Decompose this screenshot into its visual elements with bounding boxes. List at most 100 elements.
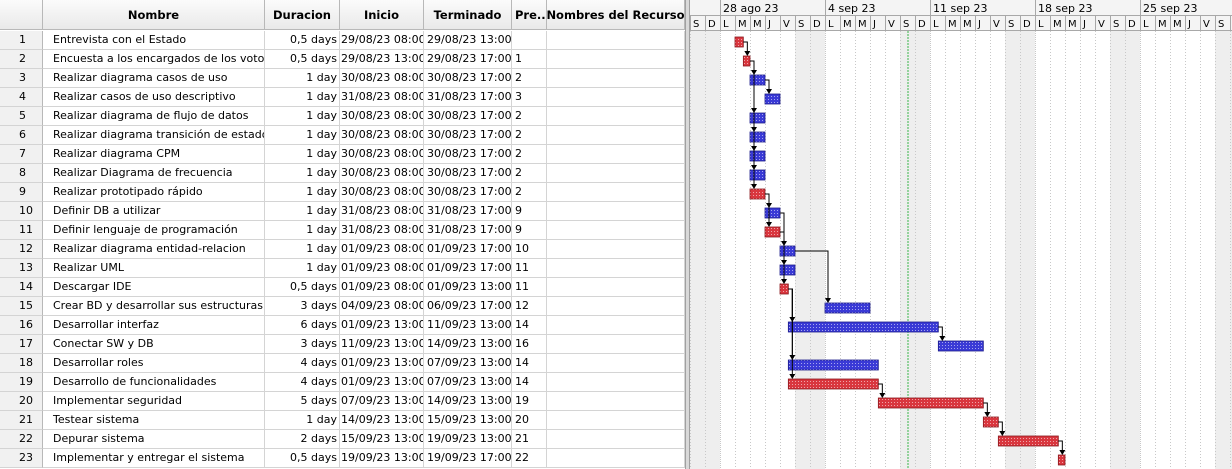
table-row[interactable]: 17 Conectar SW y DB 3 days 11/09/23 13:00 14… (0, 335, 685, 354)
task-resources-cell[interactable] (547, 335, 685, 354)
task-predecessors-cell[interactable]: 11 (512, 278, 547, 297)
task-name-cell[interactable]: Definir DB a utilizar (43, 202, 265, 221)
row-number[interactable]: 14 (0, 278, 43, 297)
task-end-cell[interactable]: 30/08/23 17:00 (424, 69, 512, 88)
table-row[interactable]: 23 Implementar y entregar el sistema 0,5 d… (0, 449, 685, 468)
task-end-cell[interactable]: 14/09/23 13:00 (424, 335, 512, 354)
task-start-cell[interactable]: 29/08/23 08:00 (340, 31, 424, 50)
task-predecessors-cell[interactable]: 22 (512, 449, 547, 468)
task-name-cell[interactable]: Desarrollo de funcionalidades (43, 373, 265, 392)
task-start-cell[interactable]: 30/08/23 08:00 (340, 126, 424, 145)
task-duration-cell[interactable]: 1 day (265, 145, 340, 164)
gantt-chart[interactable]: 28 ago 23 4 sep 23 11 sep 23 18 sep 23 25 se… (690, 0, 1232, 469)
task-predecessors-cell[interactable]: 20 (512, 411, 547, 430)
task-name-cell[interactable]: Desarrollar roles (43, 354, 265, 373)
task-duration-cell[interactable]: 1 day (265, 69, 340, 88)
table-row[interactable]: 18 Desarrollar roles 4 days 01/09/23 13:00 0… (0, 354, 685, 373)
task-duration-cell[interactable]: 1 day (265, 88, 340, 107)
column-header-duration[interactable]: Duracion (265, 0, 340, 30)
task-start-cell[interactable]: 30/08/23 08:00 (340, 69, 424, 88)
task-end-cell[interactable]: 30/08/23 17:00 (424, 164, 512, 183)
task-resources-cell[interactable] (547, 126, 685, 145)
task-name-cell[interactable]: Realizar diagrama entidad-relacion (43, 240, 265, 259)
task-start-cell[interactable]: 07/09/23 13:00 (340, 392, 424, 411)
task-start-cell[interactable]: 04/09/23 08:00 (340, 297, 424, 316)
task-predecessors-cell[interactable]: 2 (512, 164, 547, 183)
row-number[interactable]: 4 (0, 88, 43, 107)
task-end-cell[interactable]: 07/09/23 13:00 (424, 373, 512, 392)
column-header-start[interactable]: Inicio (340, 0, 424, 30)
task-duration-cell[interactable]: 0,5 days (265, 278, 340, 297)
task-end-cell[interactable]: 19/09/23 13:00 (424, 430, 512, 449)
row-number[interactable]: 11 (0, 221, 43, 240)
task-resources-cell[interactable] (547, 430, 685, 449)
table-row[interactable]: 6 Realizar diagrama transición de estados… (0, 126, 685, 145)
task-resources-cell[interactable] (547, 392, 685, 411)
task-end-cell[interactable]: 31/08/23 17:00 (424, 202, 512, 221)
row-number[interactable]: 9 (0, 183, 43, 202)
task-resources-cell[interactable] (547, 107, 685, 126)
row-number[interactable]: 19 (0, 373, 43, 392)
table-row[interactable]: 15 Crear BD y desarrollar sus estructuras… (0, 297, 685, 316)
task-end-cell[interactable]: 07/09/23 13:00 (424, 354, 512, 373)
task-name-cell[interactable]: Implementar seguridad (43, 392, 265, 411)
task-start-cell[interactable]: 01/09/23 08:00 (340, 259, 424, 278)
task-name-cell[interactable]: Realizar diagrama casos de uso (43, 69, 265, 88)
row-number[interactable]: 1 (0, 31, 43, 50)
task-predecessors-cell[interactable]: 14 (512, 354, 547, 373)
task-predecessors-cell[interactable] (512, 31, 547, 50)
task-name-cell[interactable]: Descargar IDE (43, 278, 265, 297)
column-header-resources[interactable]: Nombres del Recurso (547, 0, 685, 30)
table-row[interactable]: 9 Realizar prototipado rápido 1 day 30/08/2… (0, 183, 685, 202)
column-header-id[interactable] (0, 0, 43, 30)
task-duration-cell[interactable]: 1 day (265, 107, 340, 126)
task-predecessors-cell[interactable]: 2 (512, 183, 547, 202)
task-name-cell[interactable]: Realizar casos de uso descriptivo (43, 88, 265, 107)
task-start-cell[interactable]: 15/09/23 13:00 (340, 430, 424, 449)
task-duration-cell[interactable]: 3 days (265, 335, 340, 354)
table-row[interactable]: 2 Encuesta a los encargados de los votos 0… (0, 50, 685, 69)
task-name-cell[interactable]: Realizar diagrama de flujo de datos (43, 107, 265, 126)
column-header-name[interactable]: Nombre (43, 0, 265, 30)
table-row[interactable]: 3 Realizar diagrama casos de uso 1 day 30/0… (0, 69, 685, 88)
task-name-cell[interactable]: Encuesta a los encargados de los votos (43, 50, 265, 69)
task-resources-cell[interactable] (547, 202, 685, 221)
task-name-cell[interactable]: Definir lenguaje de programación (43, 221, 265, 240)
task-duration-cell[interactable]: 1 day (265, 126, 340, 145)
task-predecessors-cell[interactable]: 12 (512, 297, 547, 316)
task-end-cell[interactable]: 31/08/23 17:00 (424, 221, 512, 240)
task-end-cell[interactable]: 30/08/23 17:00 (424, 145, 512, 164)
table-row[interactable]: 8 Realizar Diagrama de frecuencia 1 day 30/… (0, 164, 685, 183)
task-predecessors-cell[interactable]: 1 (512, 50, 547, 69)
task-end-cell[interactable]: 30/08/23 17:00 (424, 107, 512, 126)
task-predecessors-cell[interactable]: 11 (512, 259, 547, 278)
task-resources-cell[interactable] (547, 259, 685, 278)
task-start-cell[interactable]: 11/09/23 13:00 (340, 335, 424, 354)
table-row[interactable]: 12 Realizar diagrama entidad-relacion 1 da… (0, 240, 685, 259)
task-resources-cell[interactable] (547, 278, 685, 297)
task-resources-cell[interactable] (547, 50, 685, 69)
column-header-end[interactable]: Terminado (424, 0, 512, 30)
task-end-cell[interactable]: 15/09/23 13:00 (424, 411, 512, 430)
task-end-cell[interactable]: 31/08/23 17:00 (424, 88, 512, 107)
task-duration-cell[interactable]: 4 days (265, 354, 340, 373)
task-name-cell[interactable]: Realizar prototipado rápido (43, 183, 265, 202)
task-name-cell[interactable]: Crear BD y desarrollar sus estructuras (43, 297, 265, 316)
task-resources-cell[interactable] (547, 183, 685, 202)
task-resources-cell[interactable] (547, 164, 685, 183)
table-row[interactable]: 19 Desarrollo de funcionalidades 4 days 01/… (0, 373, 685, 392)
task-duration-cell[interactable]: 0,5 days (265, 449, 340, 468)
column-header-predecessors[interactable]: Pre... (512, 0, 547, 30)
task-resources-cell[interactable] (547, 297, 685, 316)
task-predecessors-cell[interactable]: 2 (512, 145, 547, 164)
task-end-cell[interactable]: 29/08/23 17:00 (424, 50, 512, 69)
task-resources-cell[interactable] (547, 88, 685, 107)
task-end-cell[interactable]: 30/08/23 17:00 (424, 126, 512, 145)
task-end-cell[interactable]: 11/09/23 13:00 (424, 316, 512, 335)
task-start-cell[interactable]: 01/09/23 13:00 (340, 316, 424, 335)
task-predecessors-cell[interactable]: 2 (512, 69, 547, 88)
task-start-cell[interactable]: 30/08/23 08:00 (340, 107, 424, 126)
task-name-cell[interactable]: Realizar Diagrama de frecuencia (43, 164, 265, 183)
task-predecessors-cell[interactable]: 2 (512, 126, 547, 145)
task-predecessors-cell[interactable]: 14 (512, 316, 547, 335)
